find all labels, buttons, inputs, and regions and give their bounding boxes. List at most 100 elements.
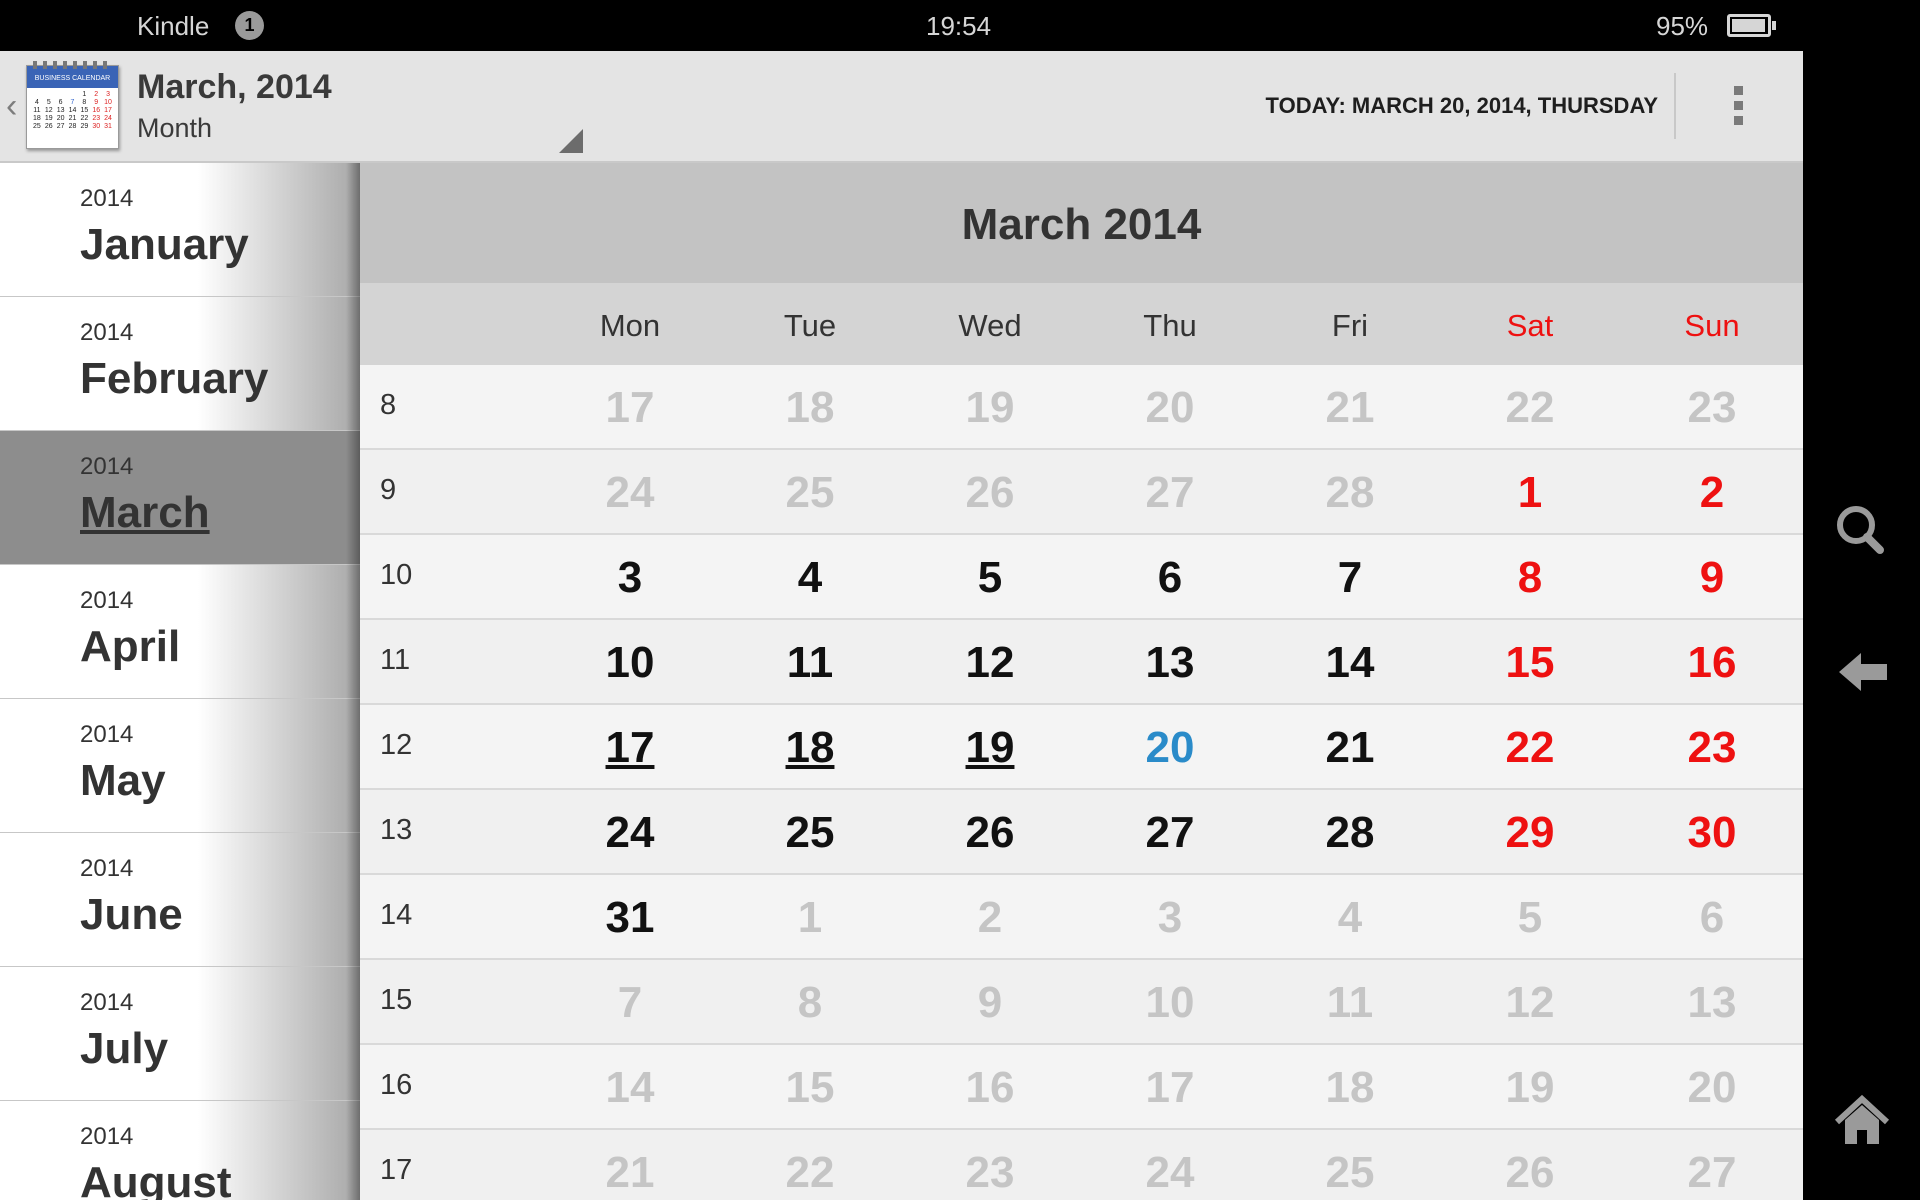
day-cell[interactable]: 18 xyxy=(720,705,900,791)
day-cell[interactable]: 1 xyxy=(720,875,900,961)
day-cell[interactable]: 19 xyxy=(1440,1045,1620,1131)
day-cell[interactable]: 21 xyxy=(1260,705,1440,791)
month-item-june[interactable]: 2014 June xyxy=(0,833,360,967)
day-cell[interactable]: 24 xyxy=(1080,1130,1260,1200)
day-cell[interactable]: 26 xyxy=(900,450,1080,536)
day-cell[interactable]: 19 xyxy=(900,365,1080,451)
day-cell[interactable]: 25 xyxy=(720,450,900,536)
month-list[interactable]: 2014 January 2014 February 2014 March 20… xyxy=(0,163,360,1200)
day-cell[interactable]: 19 xyxy=(900,705,1080,791)
day-cell[interactable]: 23 xyxy=(1622,705,1802,791)
day-cell[interactable]: 30 xyxy=(1622,790,1802,876)
day-cell[interactable]: 29 xyxy=(1440,790,1620,876)
day-cell[interactable]: 12 xyxy=(900,620,1080,706)
month-item-year: 2014 xyxy=(80,587,134,614)
month-item-february[interactable]: 2014 February xyxy=(0,297,360,431)
day-cell[interactable]: 18 xyxy=(1260,1045,1440,1131)
day-cell[interactable]: 3 xyxy=(540,535,720,621)
month-item-july[interactable]: 2014 July xyxy=(0,967,360,1101)
day-cell[interactable]: 21 xyxy=(1260,365,1440,451)
day-cell[interactable]: 23 xyxy=(1622,365,1802,451)
day-cell[interactable]: 17 xyxy=(1080,1045,1260,1131)
day-cell[interactable]: 23 xyxy=(900,1130,1080,1200)
week-row: 12 17 18 19 20 21 22 23 xyxy=(360,705,1803,790)
day-cell[interactable]: 24 xyxy=(540,790,720,876)
day-cell[interactable]: 4 xyxy=(720,535,900,621)
day-cell[interactable]: 21 xyxy=(540,1130,720,1200)
day-cell[interactable]: 10 xyxy=(540,620,720,706)
up-chevron-icon[interactable]: ‹ xyxy=(6,87,17,126)
day-cell[interactable]: 15 xyxy=(720,1045,900,1131)
day-cell[interactable]: 15 xyxy=(1440,620,1620,706)
day-cell[interactable]: 24 xyxy=(540,450,720,536)
day-cell[interactable]: 14 xyxy=(1260,620,1440,706)
weekday-wed: Wed xyxy=(958,308,1022,343)
month-item-april[interactable]: 2014 April xyxy=(0,565,360,699)
day-cell[interactable]: 28 xyxy=(1260,790,1440,876)
day-cell[interactable]: 7 xyxy=(1260,535,1440,621)
day-cell[interactable]: 22 xyxy=(720,1130,900,1200)
home-icon[interactable] xyxy=(1803,1082,1920,1162)
day-cell[interactable]: 17 xyxy=(540,705,720,791)
day-cell[interactable]: 4 xyxy=(1260,875,1440,961)
week-row: 11 10 11 12 13 14 15 16 xyxy=(360,620,1803,705)
day-cell[interactable]: 27 xyxy=(1622,1130,1802,1200)
overflow-menu-icon[interactable] xyxy=(1727,86,1749,132)
day-cell[interactable]: 5 xyxy=(900,535,1080,621)
weekday-mon: Mon xyxy=(599,308,661,343)
day-cell[interactable]: 11 xyxy=(1260,960,1440,1046)
month-item-march[interactable]: 2014 March xyxy=(0,431,360,565)
day-cell[interactable]: 9 xyxy=(1622,535,1802,621)
day-cell[interactable]: 28 xyxy=(1260,450,1440,536)
day-cell[interactable]: 26 xyxy=(1440,1130,1620,1200)
month-item-may[interactable]: 2014 May xyxy=(0,699,360,833)
day-cell[interactable]: 22 xyxy=(1440,705,1620,791)
day-cell-today[interactable]: 20 xyxy=(1080,705,1260,791)
day-cell[interactable]: 10 xyxy=(1080,960,1260,1046)
day-cell[interactable]: 27 xyxy=(1080,450,1260,536)
week-number: 8 xyxy=(380,389,397,421)
day-cell[interactable]: 9 xyxy=(900,960,1080,1046)
day-cell[interactable]: 8 xyxy=(720,960,900,1046)
month-item-january[interactable]: 2014 January xyxy=(0,163,360,297)
day-cell[interactable]: 25 xyxy=(720,790,900,876)
day-cell[interactable]: 17 xyxy=(540,365,720,451)
day-cell[interactable]: 20 xyxy=(1622,1045,1802,1131)
day-cell[interactable]: 7 xyxy=(540,960,720,1046)
day-cell[interactable]: 16 xyxy=(1622,620,1802,706)
day-cell[interactable]: 1 xyxy=(1440,450,1620,536)
day-cell[interactable]: 26 xyxy=(900,790,1080,876)
day-cell[interactable]: 6 xyxy=(1080,535,1260,621)
day-cell[interactable]: 5 xyxy=(1440,875,1620,961)
day-cell[interactable]: 12 xyxy=(1440,960,1620,1046)
day-cell[interactable]: 11 xyxy=(720,620,900,706)
today-button[interactable]: TODAY: MARCH 20, 2014, THURSDAY xyxy=(1266,93,1658,119)
day-cell[interactable]: 14 xyxy=(540,1045,720,1131)
day-cell[interactable]: 8 xyxy=(1440,535,1620,621)
divider xyxy=(1674,73,1676,139)
notification-badge[interactable]: 1 xyxy=(235,11,264,40)
day-cell[interactable]: 16 xyxy=(900,1045,1080,1131)
week-number: 17 xyxy=(380,1154,413,1186)
day-cell[interactable]: 13 xyxy=(1080,620,1260,706)
week-number: 14 xyxy=(380,899,413,931)
day-cell[interactable]: 27 xyxy=(1080,790,1260,876)
search-icon[interactable] xyxy=(1803,488,1920,568)
day-cell[interactable]: 20 xyxy=(1080,365,1260,451)
day-cell[interactable]: 13 xyxy=(1622,960,1802,1046)
month-calendar: March 2014 Mon Tue Wed Thu Fri Sat Sun 8… xyxy=(360,163,1803,1200)
month-item-august[interactable]: 2014 August xyxy=(0,1101,360,1200)
week-number: 16 xyxy=(380,1069,413,1101)
day-cell[interactable]: 31 xyxy=(540,875,720,961)
day-cell[interactable]: 3 xyxy=(1080,875,1260,961)
business-calendar-icon[interactable]: BUSINESS CALENDAR 123 4 5 6 7 8 9 10 11 12 13 14 1… xyxy=(26,65,119,149)
week-row: 8 17 18 19 20 21 22 23 xyxy=(360,365,1803,450)
day-cell[interactable]: 2 xyxy=(900,875,1080,961)
day-cell[interactable]: 18 xyxy=(720,365,900,451)
day-cell[interactable]: 6 xyxy=(1622,875,1802,961)
day-cell[interactable]: 25 xyxy=(1260,1130,1440,1200)
day-cell[interactable]: 22 xyxy=(1440,365,1620,451)
back-icon[interactable] xyxy=(1803,632,1920,712)
day-cell[interactable]: 2 xyxy=(1622,450,1802,536)
weekday-sun: Sun xyxy=(1684,308,1740,343)
